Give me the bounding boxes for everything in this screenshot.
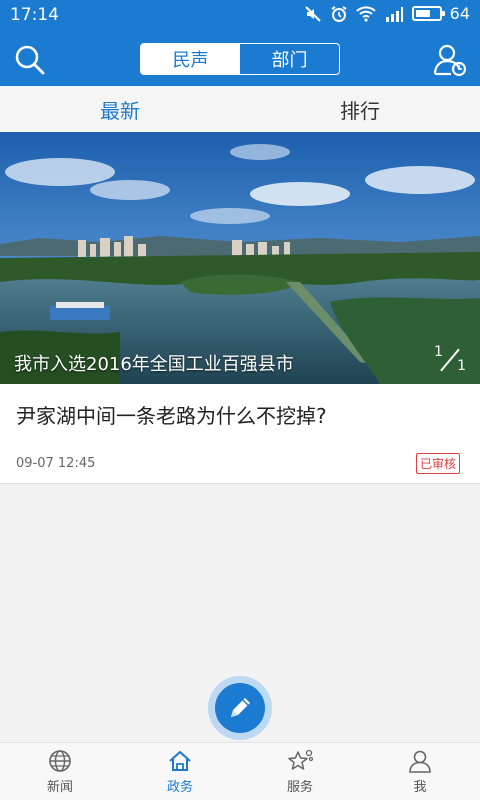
- app-bar: 民声 部门: [0, 32, 480, 86]
- compose-button-inner: [215, 683, 265, 733]
- tab-latest[interactable]: 最新: [0, 86, 240, 132]
- signal-icon: [385, 6, 403, 22]
- pager-total: 1: [457, 358, 466, 374]
- bottom-nav: 新闻 政务 服务 我: [0, 742, 480, 800]
- list-item[interactable]: 尹家湖中间一条老路为什么不挖掉? 09-07 12:45 已审核: [0, 384, 480, 484]
- nav-item-news[interactable]: 新闻: [0, 743, 120, 800]
- status-time: 17:14: [10, 5, 59, 25]
- search-button[interactable]: [10, 40, 50, 80]
- pager-current: 1: [434, 344, 443, 360]
- post-time: 09-07 12:45: [16, 456, 96, 471]
- banner-pager: 1 1: [432, 344, 468, 374]
- post-title: 尹家湖中间一条老路为什么不挖掉?: [16, 404, 327, 428]
- pencil-icon: [231, 698, 250, 717]
- status-icons: 64: [304, 4, 470, 23]
- wifi-icon: [355, 5, 376, 22]
- banner-caption: 我市入选2016年全国工业百强县市: [14, 354, 294, 375]
- battery-fill: [415, 10, 430, 17]
- banner-image: [0, 132, 480, 384]
- tab-ranking[interactable]: 排行: [240, 86, 480, 132]
- sub-tabs: 最新 排行: [0, 86, 480, 132]
- nav-item-government[interactable]: 政务: [120, 743, 240, 800]
- banner-carousel[interactable]: 我市入选2016年全国工业百强县市 1 1: [0, 132, 480, 384]
- status-badge: 已审核: [415, 453, 460, 474]
- segment-control: 民声 部门: [140, 43, 340, 75]
- battery-level: 64: [449, 4, 470, 23]
- status-bar: 17:14 64: [0, 0, 480, 32]
- nav-item-me[interactable]: 我: [360, 743, 480, 800]
- person-icon: [409, 750, 431, 773]
- mute-icon: [304, 5, 321, 22]
- home-icon: [169, 751, 191, 771]
- nav-label-news: 新闻: [46, 780, 73, 795]
- segment-minsheng[interactable]: 民声: [141, 44, 240, 74]
- segment-bumen[interactable]: 部门: [240, 44, 339, 74]
- users-icon: [433, 44, 467, 77]
- nav-label-services: 服务: [286, 780, 313, 795]
- nav-label-government: 政务: [166, 780, 193, 795]
- alarm-icon: [331, 5, 347, 22]
- compose-button[interactable]: [208, 676, 272, 740]
- battery-icon: [411, 6, 445, 21]
- star-icon: [288, 749, 314, 770]
- users-button[interactable]: [430, 40, 470, 80]
- nav-label-me: 我: [413, 780, 427, 795]
- globe-icon: [49, 750, 71, 772]
- search-icon: [15, 45, 45, 75]
- nav-item-services[interactable]: 服务: [240, 743, 360, 800]
